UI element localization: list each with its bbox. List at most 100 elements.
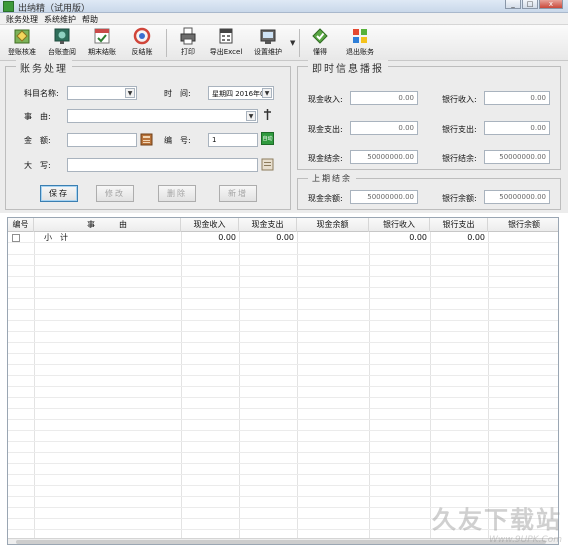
- cash-in-label: 现金收入:: [308, 95, 343, 104]
- cash-out-value: 0.00: [350, 121, 418, 135]
- empty-row[interactable]: [8, 277, 558, 288]
- header-bank-in[interactable]: 银行收入: [369, 218, 430, 232]
- subtotal-cash-in: 0.00: [218, 233, 236, 242]
- empty-row[interactable]: [8, 354, 558, 365]
- empty-row[interactable]: [8, 332, 558, 343]
- reverse-close-button[interactable]: 反结账: [122, 27, 162, 60]
- bank-out-value: 0.00: [484, 121, 550, 135]
- cash-balance-value: 50000000.00: [350, 150, 418, 164]
- chevron-down-icon: ▼: [246, 111, 256, 121]
- header-cash-out[interactable]: 现金支出: [239, 218, 297, 232]
- ledger-view-icon: [54, 28, 70, 44]
- header-bank-out[interactable]: 银行支出: [430, 218, 488, 232]
- period-close-button[interactable]: 期末结账: [82, 27, 122, 60]
- export-excel-button[interactable]: 导出Excel: [206, 27, 246, 60]
- toolbar: 登账核准 台账查阅 期末结账 反结账 打印 导出Excel 设置维护 ▼ 懂得 …: [0, 25, 568, 61]
- cash-out-label: 现金支出:: [308, 125, 343, 134]
- entry-group-title: 账务处理: [16, 60, 72, 75]
- excel-export-icon: [219, 28, 233, 44]
- menu-accounting[interactable]: 账务处理: [6, 14, 38, 25]
- subtotal-bank-in: 0.00: [409, 233, 427, 242]
- empty-row[interactable]: [8, 442, 558, 453]
- subtotal-row[interactable]: 小 计 0.00 0.00 0.00 0.00: [8, 232, 558, 243]
- capital-label: 大 写:: [24, 161, 51, 170]
- empty-row[interactable]: [8, 288, 558, 299]
- chevron-down-icon: ▼: [262, 88, 272, 98]
- empty-row[interactable]: [8, 310, 558, 321]
- period-close-icon: [94, 28, 110, 44]
- capital-amount-field: [67, 158, 258, 172]
- close-button[interactable]: x: [539, 0, 563, 9]
- entry-group: 账务处理 科目名称: ▼ 时 间: 星期四 2016年06 ▼ 事 由: ▼ 金…: [5, 60, 291, 210]
- app-icon: [3, 1, 14, 12]
- empty-row[interactable]: [8, 266, 558, 277]
- save-button[interactable]: 保存: [40, 185, 78, 202]
- cash-balance-label: 现金结余:: [308, 154, 343, 163]
- menu-system[interactable]: 系统维护: [44, 14, 76, 25]
- header-description[interactable]: 事 由: [34, 218, 181, 232]
- empty-row[interactable]: [8, 299, 558, 310]
- empty-row[interactable]: [8, 409, 558, 420]
- empty-row[interactable]: [8, 343, 558, 354]
- empty-row[interactable]: [8, 475, 558, 486]
- pin-icon[interactable]: [261, 108, 274, 121]
- empty-row[interactable]: [8, 387, 558, 398]
- empty-row[interactable]: [8, 321, 558, 332]
- row-checkbox[interactable]: [12, 234, 20, 242]
- last-period-title: 上期结余: [308, 173, 356, 184]
- bank-in-value: 0.00: [484, 91, 550, 105]
- bank-balance-label: 银行结余:: [442, 154, 477, 163]
- help-button[interactable]: 懂得: [300, 27, 340, 60]
- menu-bar: 账务处理 系统维护 帮助: [0, 13, 568, 25]
- desc-label: 事 由:: [24, 112, 51, 121]
- header-cash-balance[interactable]: 现金余额: [297, 218, 369, 232]
- number-input[interactable]: 1: [208, 133, 258, 147]
- print-button[interactable]: 打印: [168, 27, 208, 60]
- date-picker[interactable]: 星期四 2016年06 ▼: [208, 86, 274, 100]
- printer-icon: [180, 27, 196, 45]
- header-number[interactable]: 编号: [8, 218, 34, 232]
- auto-number-icon[interactable]: 自动: [261, 132, 274, 145]
- ledger-approve-button[interactable]: 登账核准: [2, 27, 42, 60]
- calculator-icon[interactable]: [140, 133, 153, 146]
- empty-row[interactable]: [8, 244, 558, 255]
- subtotal-label: 小 计: [44, 233, 68, 242]
- watermark-brand: 久友下载站: [432, 506, 562, 534]
- delete-button[interactable]: 删除: [158, 185, 196, 202]
- empty-row[interactable]: [8, 398, 558, 409]
- realtime-group-title: 即时信息播报: [308, 60, 388, 75]
- cash-in-value: 0.00: [350, 91, 418, 105]
- empty-row[interactable]: [8, 255, 558, 266]
- settings-icon: [260, 29, 276, 44]
- empty-row[interactable]: [8, 464, 558, 475]
- empty-row[interactable]: [8, 431, 558, 442]
- add-button[interactable]: 新增: [219, 185, 257, 202]
- watermark: 久友下载站 Www.9UPK.Com: [432, 500, 562, 545]
- empty-row[interactable]: [8, 376, 558, 387]
- realtime-info-group: 即时信息播报 现金收入: 0.00 银行收入: 0.00 现金支出: 0.00 …: [297, 60, 561, 170]
- settings-dropdown-arrow[interactable]: ▼: [290, 39, 295, 47]
- header-bank-balance[interactable]: 银行余额: [488, 218, 558, 232]
- empty-row[interactable]: [8, 453, 558, 464]
- modify-button[interactable]: 修改: [96, 185, 134, 202]
- menu-help[interactable]: 帮助: [82, 14, 98, 25]
- header-cash-in[interactable]: 现金收入: [181, 218, 239, 232]
- amount-label: 金 额:: [24, 136, 51, 145]
- description-select[interactable]: ▼: [67, 109, 258, 123]
- table-header: 编号 事 由 现金收入 现金支出 现金余额 银行收入 银行支出 银行余额: [8, 218, 558, 232]
- minimize-button[interactable]: _: [505, 0, 521, 9]
- exit-button[interactable]: 退出账务: [340, 27, 380, 60]
- empty-row[interactable]: [8, 486, 558, 497]
- amount-input[interactable]: [67, 133, 137, 147]
- ledger-view-button[interactable]: 台账查阅: [42, 27, 82, 60]
- convert-icon[interactable]: [261, 158, 274, 171]
- last-period-group: 上期结余 现金余额: 50000000.00 银行余额: 50000000.00: [297, 173, 561, 210]
- toolbar-separator: [166, 29, 167, 57]
- ledger-table[interactable]: 编号 事 由 现金收入 现金支出 现金余额 银行收入 银行支出 银行余额 小 计…: [7, 217, 559, 545]
- settings-button[interactable]: 设置维护: [248, 27, 288, 60]
- bank-balance-value: 50000000.00: [484, 150, 550, 164]
- account-select[interactable]: ▼: [67, 86, 137, 100]
- empty-row[interactable]: [8, 365, 558, 376]
- empty-row[interactable]: [8, 420, 558, 431]
- maximize-button[interactable]: □: [522, 0, 538, 9]
